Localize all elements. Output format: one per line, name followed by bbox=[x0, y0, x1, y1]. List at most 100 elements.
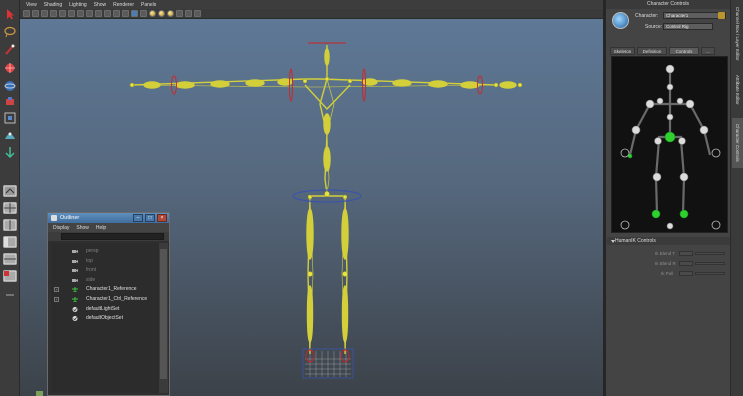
outliner-filter-input[interactable] bbox=[61, 233, 164, 240]
side-tabs: Channel Box / Layer Editor Attribute Edi… bbox=[730, 0, 743, 396]
universal-manipulator-icon[interactable] bbox=[3, 112, 17, 124]
character-select[interactable]: Character1 bbox=[663, 12, 726, 19]
hud-icon[interactable] bbox=[194, 10, 201, 17]
camera-select-icon[interactable] bbox=[23, 10, 30, 17]
gate-mask-icon[interactable] bbox=[86, 10, 93, 17]
menu-view[interactable]: View bbox=[26, 2, 37, 8]
tab-skeleton[interactable]: Skeleton bbox=[610, 47, 635, 55]
maximize-button[interactable]: □ bbox=[145, 214, 155, 222]
humanik-controls-header[interactable]: HumanIK Controls bbox=[607, 237, 730, 245]
close-button[interactable]: × bbox=[157, 214, 167, 222]
outliner-filter-bar bbox=[48, 232, 169, 241]
menu-renderer[interactable]: Renderer bbox=[113, 2, 134, 8]
minimize-button[interactable]: – bbox=[133, 214, 143, 222]
layout-single-icon[interactable] bbox=[3, 185, 17, 197]
xray-icon[interactable] bbox=[140, 10, 147, 17]
outliner-item-label: top bbox=[86, 257, 93, 264]
move-icon[interactable] bbox=[3, 62, 17, 74]
select-arrow-icon[interactable] bbox=[3, 8, 17, 20]
resolution-gate-icon[interactable] bbox=[77, 10, 84, 17]
outliner-list: persp top front side + Character1_Reference + C… bbox=[51, 243, 159, 393]
outliner-menu-display[interactable]: Display bbox=[53, 225, 69, 231]
outliner-item[interactable]: + Character1_Ctrl_Reference bbox=[51, 295, 159, 304]
outliner-titlebar[interactable]: Outliner – □ × bbox=[48, 213, 169, 223]
camera-attributes-icon[interactable] bbox=[32, 10, 39, 17]
camera-icon bbox=[72, 278, 78, 283]
layout-graph-icon[interactable] bbox=[3, 253, 17, 265]
ik-blend-t-field[interactable] bbox=[679, 251, 693, 256]
character-controls-title: Character Controls bbox=[606, 0, 730, 9]
tab-more[interactable]: ... bbox=[701, 47, 715, 55]
outliner-scrollbar[interactable] bbox=[159, 243, 168, 393]
outliner-item-label: front bbox=[86, 267, 97, 274]
outliner-window-icon bbox=[51, 215, 57, 221]
toolbox-menu-icon[interactable] bbox=[3, 289, 17, 301]
tab-attribute-editor[interactable]: Attribute Editor bbox=[732, 66, 743, 114]
outliner-item[interactable]: defaultLightSet bbox=[51, 305, 159, 314]
outliner-menu-help[interactable]: Help bbox=[96, 225, 106, 231]
tab-definition[interactable]: Definition bbox=[637, 47, 667, 55]
tab-character-controls[interactable]: Character Controls bbox=[732, 118, 743, 168]
ik-pull-slider[interactable] bbox=[695, 272, 725, 275]
ik-blend-r-slider[interactable] bbox=[695, 262, 725, 265]
outliner-item-label: side bbox=[86, 276, 96, 283]
outliner-menu-show[interactable]: Show bbox=[76, 225, 89, 231]
image-plane-icon[interactable] bbox=[50, 10, 57, 17]
expand-icon[interactable]: + bbox=[54, 287, 59, 293]
humanik-figure-view[interactable] bbox=[611, 56, 728, 233]
show-manipulator-icon[interactable] bbox=[3, 146, 17, 158]
menu-shading[interactable]: Shading bbox=[44, 2, 62, 8]
safe-action-icon[interactable] bbox=[104, 10, 111, 17]
smooth-shade-icon[interactable] bbox=[122, 10, 129, 17]
bookmark-icon[interactable] bbox=[41, 10, 48, 17]
ik-blend-t-slider[interactable] bbox=[695, 252, 725, 255]
field-chart-icon[interactable] bbox=[95, 10, 102, 17]
outliner-scroll-thumb[interactable] bbox=[160, 249, 167, 379]
menu-panels[interactable]: Panels bbox=[141, 2, 156, 8]
menu-show[interactable]: Show bbox=[94, 2, 107, 8]
ik-pull-field[interactable] bbox=[679, 271, 693, 276]
expand-icon[interactable]: + bbox=[54, 297, 59, 302]
set-icon bbox=[72, 306, 78, 312]
source-select[interactable]: Control Rig bbox=[663, 23, 713, 30]
humanik-logo-icon bbox=[612, 12, 629, 29]
all-lights-icon[interactable] bbox=[158, 10, 165, 17]
lock-icon[interactable] bbox=[718, 12, 725, 19]
outliner-item-label: Character1_Ctrl_Reference bbox=[86, 296, 148, 302]
outliner-window: Outliner – □ × Display Show Help persp to… bbox=[47, 212, 170, 396]
film-gate-icon[interactable] bbox=[68, 10, 75, 17]
outliner-layout-icon[interactable] bbox=[3, 270, 17, 282]
layout-persp-outliner-icon[interactable] bbox=[3, 236, 17, 248]
tab-controls[interactable]: Controls bbox=[669, 47, 699, 55]
ik-blend-r-field[interactable] bbox=[679, 261, 693, 266]
rotate-icon[interactable] bbox=[3, 80, 17, 92]
outliner-item-label: Character1_Reference bbox=[86, 286, 137, 293]
outliner-item-label: defaultLightSet bbox=[86, 305, 120, 312]
wireframe-icon[interactable] bbox=[113, 10, 120, 17]
shadows-icon[interactable] bbox=[167, 10, 174, 17]
panel-toolbar bbox=[20, 9, 603, 19]
soft-mod-icon[interactable] bbox=[3, 129, 17, 141]
outliner-title: Outliner bbox=[60, 215, 80, 221]
paint-select-icon[interactable] bbox=[3, 44, 17, 56]
outliner-item[interactable]: defaultObjectSet bbox=[51, 314, 159, 323]
layout-four-icon[interactable] bbox=[3, 202, 17, 214]
wireframe-on-shaded-icon[interactable] bbox=[131, 10, 138, 17]
character-label: Character: bbox=[635, 13, 659, 19]
outliner-item[interactable]: top bbox=[51, 257, 159, 266]
scale-icon[interactable] bbox=[3, 96, 17, 108]
collapse-arrow-icon bbox=[611, 240, 615, 243]
grid-icon[interactable] bbox=[59, 10, 66, 17]
outliner-item[interactable]: persp bbox=[51, 247, 159, 256]
xray-joints-icon[interactable] bbox=[185, 10, 192, 17]
outliner-item[interactable]: + Character1_Reference bbox=[51, 285, 159, 294]
lighting-icon[interactable] bbox=[149, 10, 156, 17]
layout-two-icon[interactable] bbox=[3, 219, 17, 231]
lasso-icon[interactable] bbox=[3, 26, 17, 38]
isolate-select-icon[interactable] bbox=[176, 10, 183, 17]
tab-channel-box[interactable]: Channel Box / Layer Editor bbox=[732, 6, 743, 61]
outliner-item[interactable]: front bbox=[51, 266, 159, 275]
menu-lighting[interactable]: Lighting bbox=[69, 2, 87, 8]
outliner-item[interactable]: side bbox=[51, 276, 159, 285]
joint-icon bbox=[72, 297, 78, 303]
